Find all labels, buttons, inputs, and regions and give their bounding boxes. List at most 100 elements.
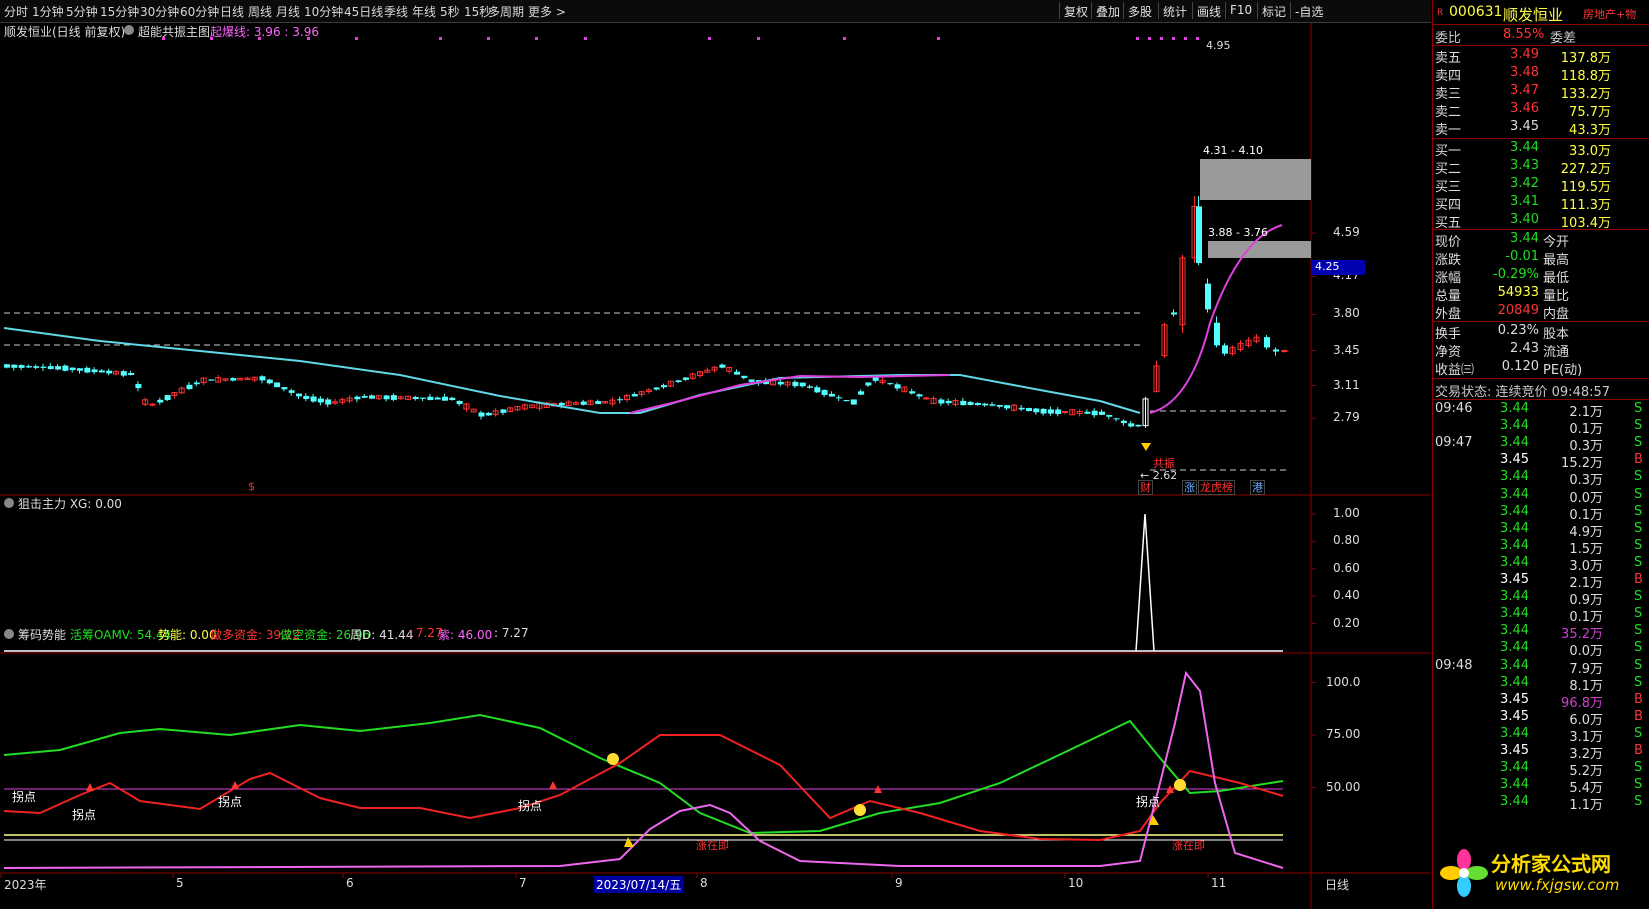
toolbar-button[interactable]: 统计 (1163, 3, 1187, 20)
candle-body (734, 371, 740, 375)
event-marker: 港 (1250, 480, 1265, 495)
candle-body (1273, 349, 1279, 352)
candle-body (98, 370, 105, 373)
candle-body (974, 402, 981, 406)
ask-row: 卖三 3.47 133.2万 (1433, 82, 1649, 102)
purple-line (3, 670, 1284, 869)
tick-side: S (1634, 401, 1643, 416)
period-tab[interactable]: 15分钟 (100, 3, 139, 20)
period-tab[interactable]: 月线 (276, 3, 300, 20)
turn-point-label: 拐点 (518, 799, 543, 813)
candle-body (836, 397, 843, 399)
candle-body (631, 394, 638, 397)
candle-body (1004, 405, 1011, 409)
weicha-label: 委差 (1550, 31, 1577, 46)
toolbar-button[interactable]: 标记 (1262, 3, 1286, 20)
period-tab[interactable]: 年线 (412, 3, 436, 20)
signal-dot (535, 37, 538, 40)
y-tick-label: 75.00 (1326, 727, 1361, 741)
tick-side: B (1634, 743, 1643, 758)
turn-point-label: 拐点 (1136, 795, 1161, 809)
webi-label: 委比 (1435, 31, 1462, 46)
signal-dot (1136, 37, 1139, 40)
period-tab[interactable]: 1分钟 (32, 3, 64, 20)
candle-body (1018, 407, 1025, 410)
pointer-icon (1141, 443, 1151, 451)
toolbar-divider (1257, 2, 1258, 19)
ask-price: 3.45 (1510, 119, 1539, 134)
candle-body (485, 412, 492, 416)
tick-row: 3.45 2.1万 B (1433, 572, 1649, 591)
period-tab[interactable]: 60分钟 (180, 3, 219, 20)
period-tab[interactable]: 日线 (220, 3, 244, 20)
sector-link[interactable]: 房地产+物 (1583, 6, 1636, 22)
stat-value: 2.43 (1510, 341, 1539, 356)
main-pane-title: 顺发恒业(日线 前复权) (4, 25, 126, 39)
buy-arrow-icon (231, 781, 239, 789)
candle-body (208, 379, 215, 381)
box-label: 4.31 - 4.10 (1203, 144, 1263, 157)
toolbar: 分时 1分钟 5分钟 15分钟 30分钟 60分钟 日线 周线 月线 10分钟 45日线 季线 年线 5秒… (0, 0, 1431, 23)
x-axis-cursor-date: 2023/07/14/五 (594, 876, 684, 893)
toolbar-divider (1192, 2, 1193, 19)
tick-side: S (1634, 418, 1643, 434)
candle-body (1222, 345, 1228, 354)
period-tab[interactable]: 45日线 (344, 3, 383, 20)
candle-body (850, 399, 857, 405)
bid-row: 买二 3.43 227.2万 (1433, 157, 1649, 177)
ask-row: 卖五 3.49 137.8万 (1433, 46, 1649, 66)
event-marker: 龙虎榜 (1198, 480, 1235, 495)
period-tab[interactable]: 分时 (4, 3, 28, 20)
period-tab[interactable]: 5秒 (440, 3, 460, 20)
period-tab[interactable]: 30分钟 (140, 3, 179, 20)
period-tab[interactable]: 周线 (248, 3, 272, 20)
tick-row: 3.44 0.0万 S (1433, 487, 1649, 506)
candle-body (814, 387, 821, 393)
candle-body (799, 382, 806, 387)
y-tick-label: 50.00 (1326, 779, 1361, 794)
candle-body (945, 400, 952, 404)
candle-body (449, 397, 456, 400)
candle-body (865, 382, 872, 386)
ask-price: 3.46 (1510, 101, 1539, 116)
period-tab[interactable]: 10分钟 (304, 3, 343, 20)
pane2-title: 狙击主力 XG: 0.00 (18, 497, 122, 511)
toolbar-button[interactable]: 多股 (1128, 3, 1152, 20)
candle-body (617, 399, 624, 401)
tick-price: 3.44 (1500, 760, 1529, 776)
tick-side: S (1634, 589, 1643, 605)
period-tab[interactable]: 更多 > (528, 3, 566, 20)
tick-side: S (1634, 640, 1643, 656)
ask-price: 3.48 (1510, 65, 1539, 80)
toolbar-button[interactable]: 画线 (1197, 3, 1221, 20)
candle-body (77, 368, 83, 371)
watermark: 分析家公式网 www.fxjgsw.com (1433, 840, 1649, 909)
tick-side: S (1634, 674, 1643, 690)
candle-body (843, 400, 850, 402)
bid-price: 3.43 (1510, 158, 1539, 173)
candle-body (186, 384, 193, 390)
high-label: 4.95 (1206, 39, 1231, 52)
period-tab[interactable]: 5分钟 (66, 3, 98, 20)
toolbar-button[interactable]: -自选 (1295, 3, 1323, 20)
candle-body (792, 381, 799, 387)
ask-label: 卖一 (1435, 123, 1462, 138)
bid-row: 买一 3.44 33.0万 (1433, 139, 1649, 159)
toolbar-divider (1123, 2, 1124, 19)
period-tab[interactable]: 多周期 (488, 3, 524, 20)
candle-body (91, 369, 98, 373)
chart-area[interactable]: 顺发恒业(日线 前复权) 超能共振主图 起爆线: 3.96 : 3.96 4.31 -… (0, 23, 1431, 909)
toolbar-button[interactable]: F10 (1230, 3, 1252, 17)
candle-body (1128, 423, 1135, 427)
toolbar-button[interactable]: 复权 (1064, 3, 1088, 20)
webi-row: 委比 8.55% 委差 (1433, 26, 1649, 46)
ask-price: 3.47 (1510, 83, 1539, 98)
candle-body (748, 379, 755, 382)
candle-body (580, 401, 587, 405)
signal-dot (1148, 37, 1151, 40)
turn-point-label: 拐点 (72, 808, 97, 822)
period-tab[interactable]: 季线 (384, 3, 408, 20)
toolbar-button[interactable]: 叠加 (1096, 3, 1120, 20)
x-axis-label: 6 (346, 876, 354, 890)
candle-body (1214, 322, 1220, 346)
